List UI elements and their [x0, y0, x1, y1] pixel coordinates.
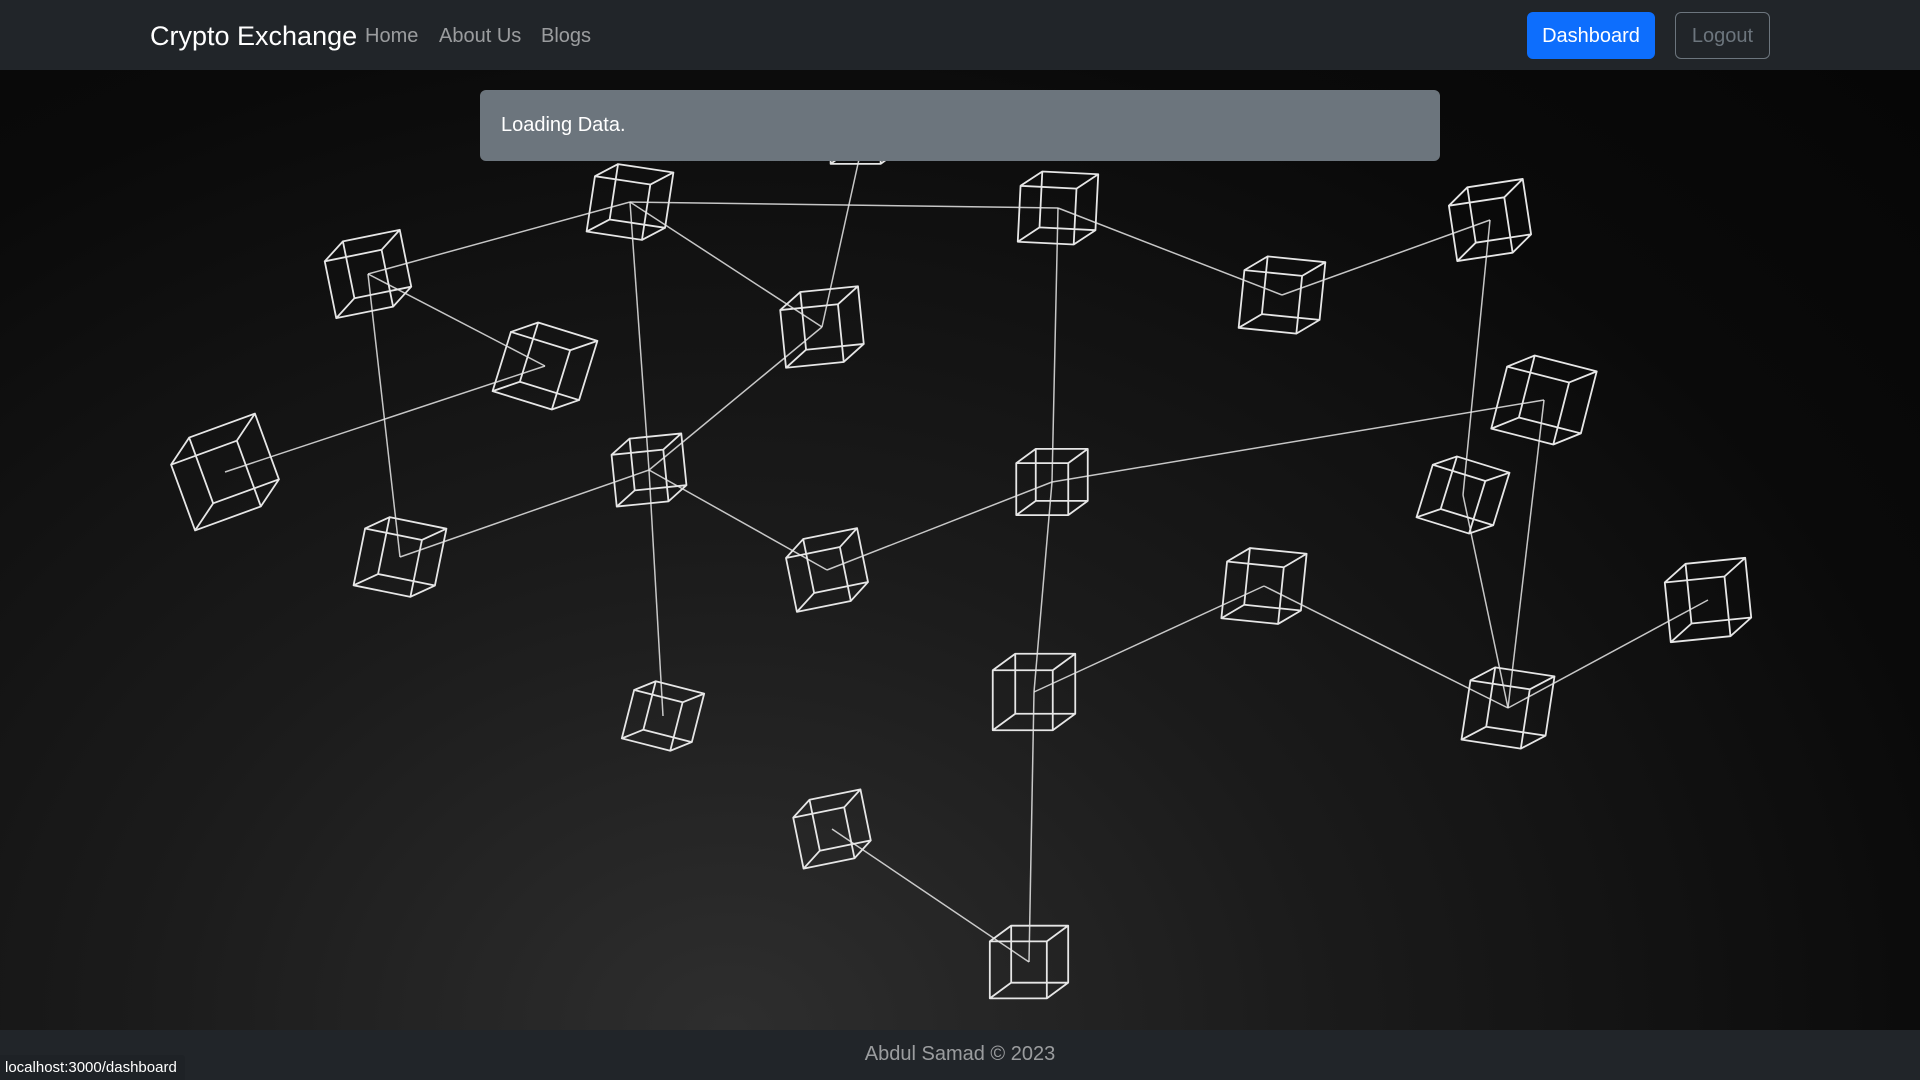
brand-title[interactable]: Crypto Exchange — [150, 18, 357, 54]
network-link-2 — [629, 201, 1059, 209]
logout-button[interactable]: Logout — [1675, 12, 1770, 59]
network-link-8 — [399, 469, 650, 558]
footer: Abdul Samad © 2023 — [0, 1030, 1920, 1080]
nav-link-about-us[interactable]: About Us — [439, 22, 521, 50]
network-link-22 — [1028, 691, 1035, 963]
network-link-10 — [648, 326, 823, 471]
network-link-9 — [629, 201, 650, 471]
footer-copyright: Abdul Samad © 2023 — [864, 1043, 1056, 1065]
blockchain-network-graphic — [170, 99, 1753, 1000]
status-bar-url: localhost:3000/dashboard — [0, 1055, 185, 1080]
nav-link-home[interactable]: Home — [365, 22, 418, 50]
loading-alert-message: Loading Data. — [501, 114, 626, 136]
network-link-16 — [1462, 219, 1491, 496]
network-link-17 — [1507, 399, 1545, 709]
loading-alert: Loading Data. — [480, 90, 1440, 161]
blockchain-background — [0, 70, 1920, 1030]
network-link-12 — [826, 481, 1053, 571]
network-link-14 — [1051, 207, 1059, 483]
navbar: Crypto Exchange Home About Us Blogs Dash… — [0, 0, 1920, 70]
network-link-20 — [1263, 585, 1509, 709]
network-link-3 — [1057, 207, 1283, 296]
dashboard-button[interactable]: Dashboard — [1527, 12, 1655, 59]
network-link-25 — [648, 469, 664, 717]
network-link-13 — [1033, 481, 1053, 693]
network-link-15 — [1051, 399, 1545, 483]
network-link-21 — [1507, 599, 1709, 709]
network-link-19 — [1033, 585, 1265, 693]
network-link-4 — [1281, 219, 1491, 296]
nav-link-blogs[interactable]: Blogs — [541, 22, 591, 50]
network-link-5 — [367, 273, 546, 367]
